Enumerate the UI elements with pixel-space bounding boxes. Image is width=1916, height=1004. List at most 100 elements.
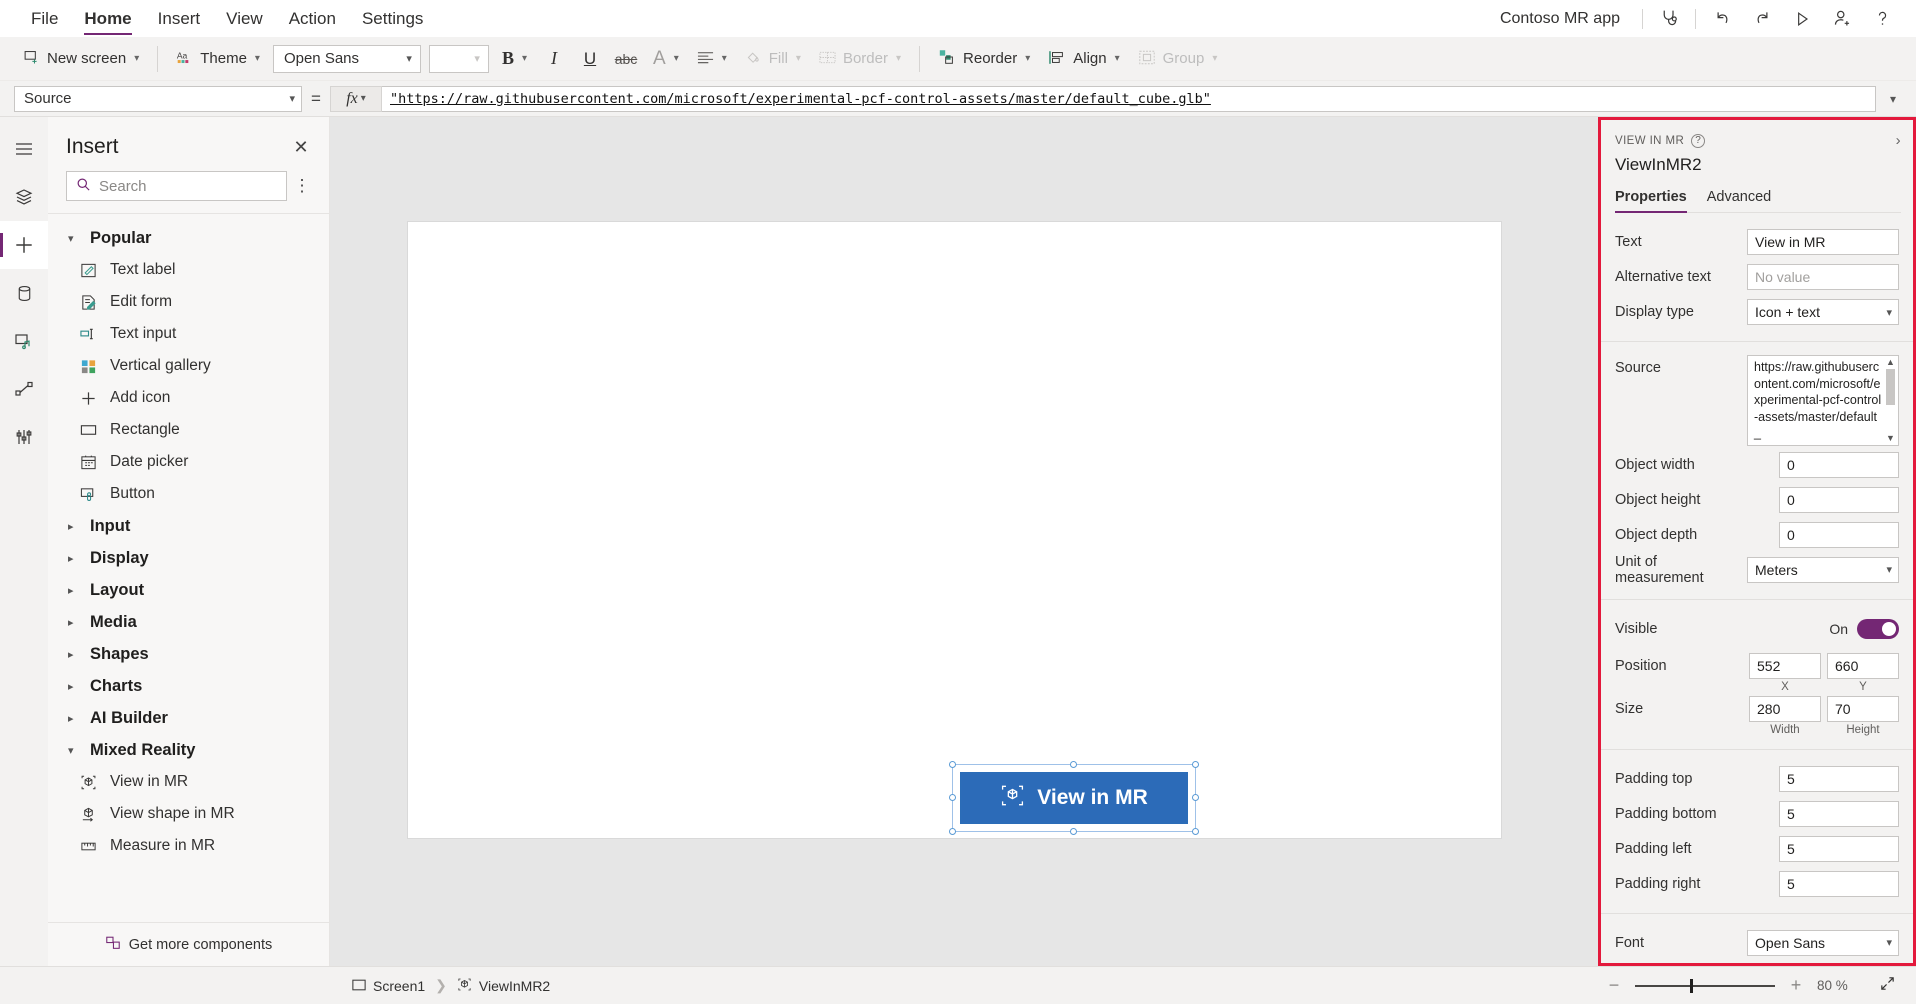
display-type-select[interactable]: Icon + text ▾ <box>1747 299 1899 325</box>
resize-handle-sw[interactable] <box>949 828 956 835</box>
resize-handle-e[interactable] <box>1192 794 1199 801</box>
insert-item-date-picker[interactable]: Date picker <box>48 446 329 478</box>
close-icon[interactable]: ✕ <box>287 133 315 161</box>
insert-item-edit-form[interactable]: Edit form <box>48 286 329 318</box>
fx-button[interactable]: fx ▾ <box>330 85 382 112</box>
formula-input[interactable]: "https://raw.githubusercontent.com/micro… <box>382 85 1876 112</box>
object-height-field[interactable]: 0 <box>1779 486 1899 513</box>
insert-group-display[interactable]: ▸ Display <box>48 542 329 574</box>
resize-handle-ne[interactable] <box>1192 761 1199 768</box>
advanced-tools-icon[interactable] <box>0 413 48 461</box>
padding-top-field[interactable]: 5 <box>1779 765 1899 792</box>
text-align-button[interactable]: ▾ <box>688 43 736 75</box>
insert-group-popular[interactable]: ▾ Popular <box>48 222 329 254</box>
scroll-down-icon[interactable]: ▼ <box>1886 433 1895 444</box>
insert-group-shapes[interactable]: ▸ Shapes <box>48 638 329 670</box>
menu-item-home[interactable]: Home <box>71 0 144 37</box>
insert-item-view-shape-in-mr[interactable]: View shape in MR <box>48 798 329 830</box>
text-field[interactable]: View in MR <box>1747 229 1899 255</box>
underline-button[interactable]: U <box>572 43 608 75</box>
menu-item-insert[interactable]: Insert <box>145 0 214 37</box>
tab-properties[interactable]: Properties <box>1615 189 1687 213</box>
object-width-field[interactable]: 0 <box>1779 451 1899 478</box>
insert-group-ai-builder[interactable]: ▸ AI Builder <box>48 702 329 734</box>
insert-group-charts[interactable]: ▸ Charts <box>48 670 329 702</box>
insert-group-input[interactable]: ▸ Input <box>48 510 329 542</box>
help-icon[interactable]: ? <box>1691 133 1706 148</box>
font-family-select[interactable]: Open Sans ▾ <box>272 44 421 73</box>
font-size-select[interactable]: ▾ <box>428 44 489 73</box>
insert-item-add-icon[interactable]: Add icon <box>48 382 329 414</box>
undo-icon[interactable] <box>1702 2 1742 36</box>
size-height-field[interactable]: 70 <box>1827 695 1899 722</box>
menu-item-view[interactable]: View <box>213 0 276 37</box>
breadcrumb-item-screen1[interactable]: Screen1 <box>352 978 425 994</box>
unit-of-measurement-select[interactable]: Meters ▾ <box>1747 556 1899 583</box>
insert-group-mixed-reality[interactable]: ▾ Mixed Reality <box>48 734 329 766</box>
padding-right-field[interactable]: 5 <box>1779 870 1899 897</box>
size-width-field[interactable]: 280 <box>1749 695 1821 722</box>
property-select[interactable]: Source ▾ <box>14 85 302 112</box>
position-x-field[interactable]: 552 <box>1749 652 1821 679</box>
media-icon[interactable] <box>0 317 48 365</box>
insert-item-measure-in-mr[interactable]: Measure in MR <box>48 830 329 862</box>
insert-item-text-label[interactable]: Text label <box>48 254 329 286</box>
resize-handle-se[interactable] <box>1192 828 1199 835</box>
hamburger-menu-icon[interactable] <box>0 125 48 173</box>
visible-toggle[interactable] <box>1857 618 1899 639</box>
tab-advanced[interactable]: Advanced <box>1707 189 1772 212</box>
insert-item-text-input[interactable]: Text input <box>48 318 329 350</box>
insert-item-view-in-mr[interactable]: View in MR <box>48 766 329 798</box>
redo-icon[interactable] <box>1742 2 1782 36</box>
zoom-out-button[interactable]: − <box>1605 975 1623 996</box>
fullscreen-icon[interactable] <box>1873 975 1896 996</box>
zoom-in-button[interactable]: + <box>1787 975 1805 996</box>
help-icon[interactable] <box>1862 2 1902 36</box>
data-icon[interactable] <box>0 269 48 317</box>
tree-view-icon[interactable] <box>0 173 48 221</box>
reorder-button[interactable]: Reorder ▾ <box>929 43 1039 75</box>
menu-item-action[interactable]: Action <box>276 0 349 37</box>
alternative-text-field[interactable]: No value <box>1747 264 1899 290</box>
scroll-up-icon[interactable]: ▲ <box>1886 357 1895 368</box>
font-select[interactable]: Open Sans ▾ <box>1747 929 1899 956</box>
menu-item-settings[interactable]: Settings <box>349 0 436 37</box>
insert-item-vertical-gallery[interactable]: Vertical gallery <box>48 350 329 382</box>
app-screen-canvas[interactable]: View in MR <box>408 222 1501 838</box>
health-check-icon[interactable] <box>1649 2 1689 36</box>
theme-button[interactable]: Aa Theme ▾ <box>167 43 269 75</box>
zoom-slider[interactable] <box>1635 978 1775 993</box>
zoom-slider-thumb[interactable] <box>1690 978 1693 993</box>
padding-left-field[interactable]: 5 <box>1779 835 1899 862</box>
bold-button[interactable]: B ▾ <box>493 43 536 75</box>
source-scrollbar[interactable]: ▲ ▼ <box>1884 357 1897 444</box>
get-more-components-button[interactable]: Get more components <box>48 922 329 966</box>
menu-item-file[interactable]: File <box>18 0 71 37</box>
scrollbar-thumb[interactable] <box>1886 369 1895 405</box>
more-options-icon[interactable]: ⋮ <box>287 176 317 196</box>
insert-group-media[interactable]: ▸ Media <box>48 606 329 638</box>
insert-item-rectangle[interactable]: Rectangle <box>48 414 329 446</box>
play-icon[interactable] <box>1782 2 1822 36</box>
share-user-icon[interactable] <box>1822 2 1862 36</box>
search-input[interactable]: Search <box>66 171 287 201</box>
source-textarea[interactable]: https://raw.githubusercontent.com/micros… <box>1747 355 1899 446</box>
formula-expand-icon[interactable]: ▾ <box>1876 92 1910 106</box>
object-depth-field[interactable]: 0 <box>1779 521 1899 548</box>
position-y-field[interactable]: 660 <box>1827 652 1899 679</box>
breadcrumb-item-viewinmr2[interactable]: ViewInMR2 <box>457 977 550 995</box>
font-color-button[interactable]: A ▾ <box>644 43 688 75</box>
insert-icon[interactable] <box>0 221 48 269</box>
resize-handle-s[interactable] <box>1070 828 1077 835</box>
new-screen-button[interactable]: New screen ▾ <box>14 43 148 75</box>
resize-handle-nw[interactable] <box>949 761 956 768</box>
strikethrough-button[interactable]: abc <box>608 43 644 75</box>
italic-button[interactable]: I <box>536 43 572 75</box>
insert-item-button[interactable]: Button <box>48 478 329 510</box>
resize-handle-n[interactable] <box>1070 761 1077 768</box>
power-automate-icon[interactable] <box>0 365 48 413</box>
collapse-panel-icon[interactable]: › <box>1896 132 1901 149</box>
canvas-area[interactable]: View in MR <box>330 117 1598 966</box>
insert-group-layout[interactable]: ▸ Layout <box>48 574 329 606</box>
resize-handle-w[interactable] <box>949 794 956 801</box>
